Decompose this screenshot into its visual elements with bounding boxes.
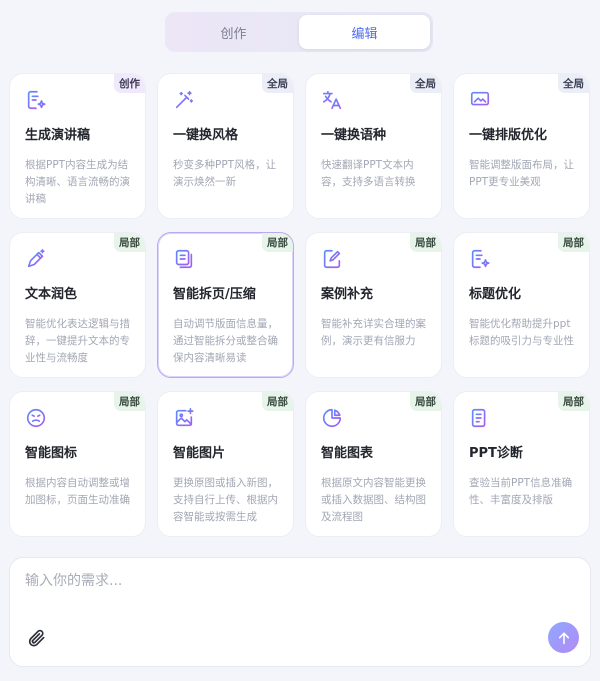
card-title: 一键换语种 bbox=[321, 128, 387, 143]
card-description: 自动调节版面信息量，通过智能拆分或整合确保内容清晰易读 bbox=[173, 318, 278, 364]
scope-badge: 局部 bbox=[114, 233, 145, 252]
scope-badge: 局部 bbox=[410, 392, 441, 411]
feature-grid: 创作 生成演讲稿 根据PPT内容生成为结构清晰、语言流畅的演讲稿 全局 一键换风… bbox=[9, 73, 590, 537]
card-generate-speech[interactable]: 创作 生成演讲稿 根据PPT内容生成为结构清晰、语言流畅的演讲稿 bbox=[9, 73, 146, 219]
scope-badge: 全局 bbox=[262, 74, 293, 93]
scope-badge: 局部 bbox=[114, 392, 145, 411]
card-change-style[interactable]: 全局 一键换风格 秒变多种PPT风格，让演示焕然一新 bbox=[157, 73, 294, 219]
scope-badge: 全局 bbox=[558, 74, 589, 93]
card-title: 智能图片 bbox=[173, 446, 226, 461]
card-title: 一键排版优化 bbox=[469, 128, 548, 143]
card-title: 标题优化 bbox=[469, 287, 522, 302]
pen-sparkle-icon bbox=[27, 249, 45, 268]
scope-badge: 局部 bbox=[262, 392, 293, 411]
scope-badge: 创作 bbox=[114, 74, 145, 93]
card-description: 查验当前PPT信息准确性、丰富度及排版 bbox=[469, 477, 573, 506]
card-ppt-diagnosis[interactable]: 局部 PPT诊断 查验当前PPT信息准确性、丰富度及排版 bbox=[453, 391, 590, 537]
title-sparkle-icon bbox=[471, 249, 490, 269]
card-description: 根据原文内容智能更换或插入数据图、结构图及流程图 bbox=[321, 477, 426, 523]
scope-badge: 局部 bbox=[410, 233, 441, 252]
card-description: 根据PPT内容生成为结构清晰、语言流畅的演讲稿 bbox=[25, 159, 130, 205]
prompt-input[interactable] bbox=[25, 570, 545, 610]
card-layout-optimize[interactable]: 全局 一键排版优化 智能调整版面布局，让PPT更专业美观 bbox=[453, 73, 590, 219]
scope-badge: 局部 bbox=[558, 392, 589, 411]
arrow-up-icon bbox=[558, 632, 569, 644]
image-sparkle-icon bbox=[175, 408, 194, 427]
card-title: 生成演讲稿 bbox=[25, 128, 91, 143]
card-description: 更换原图或插入新图，支持自行上传、根据内容智能或按需生成 bbox=[173, 477, 278, 523]
tab-edit[interactable]: 编辑 bbox=[299, 15, 430, 49]
translate-icon bbox=[322, 90, 342, 110]
card-title: PPT诊断 bbox=[469, 446, 523, 461]
diagnosis-document-icon bbox=[471, 408, 489, 428]
scope-badge: 全局 bbox=[410, 74, 441, 93]
mode-tabs: 创作 编辑 bbox=[165, 12, 433, 52]
card-split-compress[interactable]: 局部 智能拆页/压缩 自动调节版面信息量，通过智能拆分或整合确保内容清晰易读 bbox=[157, 232, 294, 378]
layout-image-icon bbox=[470, 91, 490, 110]
document-sparkle-icon bbox=[27, 90, 46, 110]
card-smart-image[interactable]: 局部 智能图片 更换原图或插入新图，支持自行上传、根据内容智能或按需生成 bbox=[157, 391, 294, 537]
paperclip-icon[interactable] bbox=[27, 628, 47, 648]
card-smart-chart[interactable]: 局部 智能图表 根据原文内容智能更换或插入数据图、结构图及流程图 bbox=[305, 391, 442, 537]
card-description: 智能调整版面布局，让PPT更专业美观 bbox=[469, 159, 574, 188]
card-smart-icon[interactable]: 局部 智能图标 根据内容自动调整或增加图标，页面生动准确 bbox=[9, 391, 146, 537]
scope-badge: 局部 bbox=[262, 233, 293, 252]
scope-badge: 局部 bbox=[558, 233, 589, 252]
pie-chart-icon bbox=[322, 408, 342, 428]
card-description: 智能补充详实合理的案例，演示更有信服力 bbox=[321, 318, 426, 347]
card-description: 快速翻译PPT文本内容，支持多语言转换 bbox=[321, 159, 416, 188]
send-button[interactable] bbox=[548, 622, 579, 653]
card-title: 智能图标 bbox=[25, 446, 78, 461]
magic-wand-icon bbox=[175, 90, 194, 109]
tab-create[interactable]: 创作 bbox=[168, 15, 299, 49]
card-title-optimize[interactable]: 局部 标题优化 智能优化帮助提升ppt标题的吸引力与专业性 bbox=[453, 232, 590, 378]
card-description: 秒变多种PPT风格，让演示焕然一新 bbox=[173, 159, 277, 188]
prompt-input-box bbox=[9, 557, 591, 667]
card-title: 智能拆页/压缩 bbox=[173, 287, 256, 302]
card-description: 智能优化表达逻辑与措辞，一键提升文本的专业性与流畅度 bbox=[25, 318, 130, 364]
edit-document-icon bbox=[323, 249, 341, 269]
split-pages-icon bbox=[175, 249, 193, 269]
card-text-polish[interactable]: 局部 文本润色 智能优化表达逻辑与措辞，一键提升文本的专业性与流畅度 bbox=[9, 232, 146, 378]
card-description: 智能优化帮助提升ppt标题的吸引力与专业性 bbox=[469, 318, 574, 347]
card-title: 智能图表 bbox=[321, 446, 374, 461]
emoji-face-icon bbox=[26, 408, 46, 428]
card-change-language[interactable]: 全局 一键换语种 快速翻译PPT文本内容，支持多语言转换 bbox=[305, 73, 442, 219]
card-title: 文本润色 bbox=[25, 287, 78, 302]
card-description: 根据内容自动调整或增加图标，页面生动准确 bbox=[25, 477, 130, 506]
card-title: 一键换风格 bbox=[173, 128, 239, 143]
card-title: 案例补充 bbox=[321, 287, 374, 302]
card-case-supplement[interactable]: 局部 案例补充 智能补充详实合理的案例，演示更有信服力 bbox=[305, 232, 442, 378]
